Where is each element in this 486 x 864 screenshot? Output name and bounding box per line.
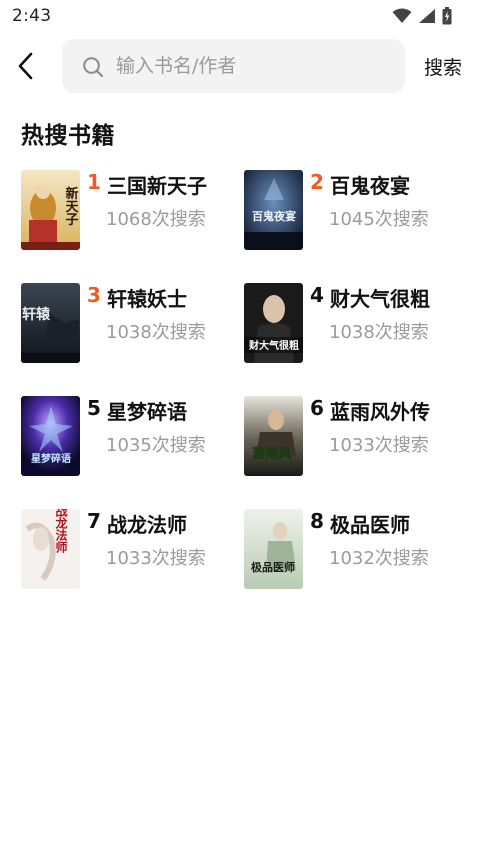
book-title: 百鬼夜宴: [330, 174, 410, 198]
book-item[interactable]: 极品医师 8 极品医师 1032次搜索: [244, 509, 466, 591]
search-count: 1068次搜索: [106, 209, 206, 230]
rank-number: 8: [310, 509, 324, 533]
book-title: 战龙法师: [107, 513, 187, 537]
search-input[interactable]: [116, 39, 396, 93]
rank-number: 2: [310, 170, 324, 194]
book-item[interactable]: 星梦碎语 5 星梦碎语 1035次搜索: [21, 396, 243, 478]
status-time: 2:43: [12, 6, 52, 26]
book-cover-text: 百鬼夜宴: [252, 209, 296, 223]
book-title: 轩辕妖士: [107, 287, 187, 311]
book-title: 星梦碎语: [107, 400, 187, 424]
search-count: 1033次搜索: [106, 548, 206, 569]
rank-number: 7: [87, 509, 101, 533]
search-button[interactable]: 搜索: [424, 53, 462, 80]
book-item[interactable]: 蓝雨风 6 蓝雨风外传 1033次搜索: [244, 396, 466, 478]
search-count: 1045次搜索: [329, 209, 429, 230]
rank-number: 1: [87, 170, 101, 194]
status-icons: [392, 7, 452, 25]
search-count: 1038次搜索: [106, 322, 206, 343]
book-cover: 战龙法师: [21, 509, 80, 589]
book-cover-text: 新天子: [63, 186, 79, 227]
search-count: 1032次搜索: [329, 548, 429, 569]
book-cover-text: 战龙法师: [54, 509, 68, 554]
section-title: 热搜书籍: [21, 123, 115, 149]
book-cover: 新天子: [21, 170, 80, 250]
book-cover: 财大气很粗: [244, 283, 303, 363]
wifi-icon: [392, 8, 412, 23]
rank-number: 5: [87, 396, 101, 420]
back-button[interactable]: [10, 50, 42, 82]
cellular-signal-icon: [419, 9, 435, 23]
book-cover-text: 轩辕: [22, 306, 51, 323]
book-title: 财大气很粗: [330, 287, 430, 311]
rank-number: 4: [310, 283, 324, 307]
search-header: 搜索: [0, 38, 486, 94]
book-title: 蓝雨风外传: [330, 400, 430, 424]
book-cover: 轩辕: [21, 283, 80, 363]
book-cover-text: 极品医师: [251, 560, 295, 574]
rank-number: 6: [310, 396, 324, 420]
search-count: 1033次搜索: [329, 435, 429, 456]
book-cover-text: 星梦碎语: [31, 452, 71, 465]
search-icon: [83, 57, 104, 78]
book-item[interactable]: 轩辕 3 轩辕妖士 1038次搜索: [21, 283, 243, 365]
book-cover: 蓝雨风: [244, 396, 303, 476]
book-title: 三国新天子: [107, 174, 207, 198]
book-item[interactable]: 财大气很粗 4 财大气很粗 1038次搜索: [244, 283, 466, 365]
book-cover-text: 财大气很粗: [248, 339, 299, 352]
book-cover: 极品医师: [244, 509, 303, 589]
book-cover-text: 蓝雨风: [252, 446, 291, 462]
search-count: 1035次搜索: [106, 435, 206, 456]
book-item[interactable]: 百鬼夜宴 2 百鬼夜宴 1045次搜索: [244, 170, 466, 252]
search-box[interactable]: [62, 39, 405, 93]
book-cover: 星梦碎语: [21, 396, 80, 476]
back-arrow-icon: [18, 52, 33, 80]
battery-icon: [442, 7, 452, 25]
search-count: 1038次搜索: [329, 322, 429, 343]
book-title: 极品医师: [330, 513, 410, 537]
book-item[interactable]: 新天子 1 三国新天子 1068次搜索: [21, 170, 243, 252]
book-item[interactable]: 战龙法师 7 战龙法师 1033次搜索: [21, 509, 243, 591]
status-bar: 2:43: [0, 0, 486, 32]
rank-number: 3: [87, 283, 101, 307]
book-cover: 百鬼夜宴: [244, 170, 303, 250]
